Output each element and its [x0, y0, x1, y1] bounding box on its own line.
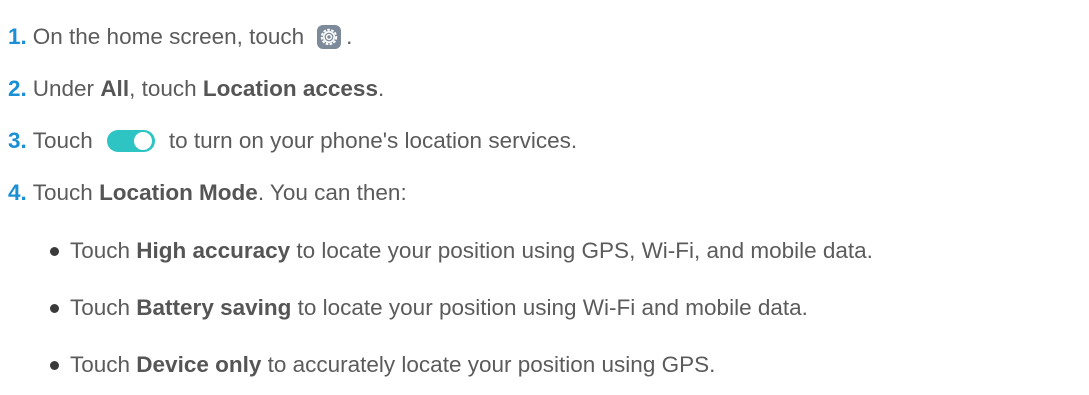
text-segment: Under [32, 76, 101, 101]
bullet-icon [50, 360, 59, 370]
step-3: 3. Touch to turn on your phone's locatio… [8, 124, 577, 158]
bullet-item-high-accuracy: Touch High accuracy to locate your posit… [50, 234, 873, 268]
step-text: Touch Location Mode. You can then: [33, 176, 407, 210]
bold-term: Device only [136, 352, 262, 377]
step-4: 4. Touch Location Mode. You can then: [8, 176, 407, 210]
text-segment: , touch [129, 76, 203, 101]
bullet-item-device-only: Touch Device only to accurately locate y… [50, 348, 715, 382]
text-segment: Touch [70, 295, 137, 320]
step-text: Touch [32, 128, 93, 153]
step-number: 2. [8, 76, 27, 101]
step-text-end: to turn on your phone's location service… [168, 128, 578, 153]
text-segment: . You can then: [257, 180, 407, 205]
step-text-end: . [346, 24, 353, 49]
step-number: 1. [8, 24, 27, 49]
bullet-icon [50, 303, 59, 313]
step-number: 3. [8, 128, 27, 153]
bold-term-location-mode: Location Mode [99, 180, 258, 205]
text-segment: to locate your position using GPS, Wi-Fi… [290, 238, 873, 263]
text-segment: Touch [70, 238, 137, 263]
bold-term: High accuracy [136, 238, 291, 263]
step-number: 4. [8, 180, 27, 205]
text-segment: Touch [70, 352, 137, 377]
bullet-text: Touch Battery saving to locate your posi… [70, 291, 808, 325]
settings-gear-icon [316, 24, 342, 50]
text-segment: Touch [32, 180, 100, 205]
step-1: 1. On the home screen, touch . [8, 20, 352, 54]
bullet-text: Touch High accuracy to locate your posit… [70, 234, 873, 268]
bullet-text: Touch Device only to accurately locate y… [70, 348, 715, 382]
toggle-switch-on-icon [106, 129, 157, 153]
text-segment: to locate your position using Wi-Fi and … [291, 295, 808, 320]
bullet-icon [50, 246, 59, 256]
bold-term-location-access: Location access [202, 76, 378, 101]
step-text: On the home screen, touch [32, 24, 305, 49]
bold-term: Battery saving [136, 295, 292, 320]
text-segment: to accurately locate your position using… [261, 352, 716, 377]
text-segment: . [377, 76, 385, 101]
bold-term-all: All [100, 76, 130, 101]
step-text: Under All, touch Location access. [33, 72, 384, 106]
step-2: 2. Under All, touch Location access. [8, 72, 384, 106]
bullet-item-battery-saving: Touch Battery saving to locate your posi… [50, 291, 808, 325]
